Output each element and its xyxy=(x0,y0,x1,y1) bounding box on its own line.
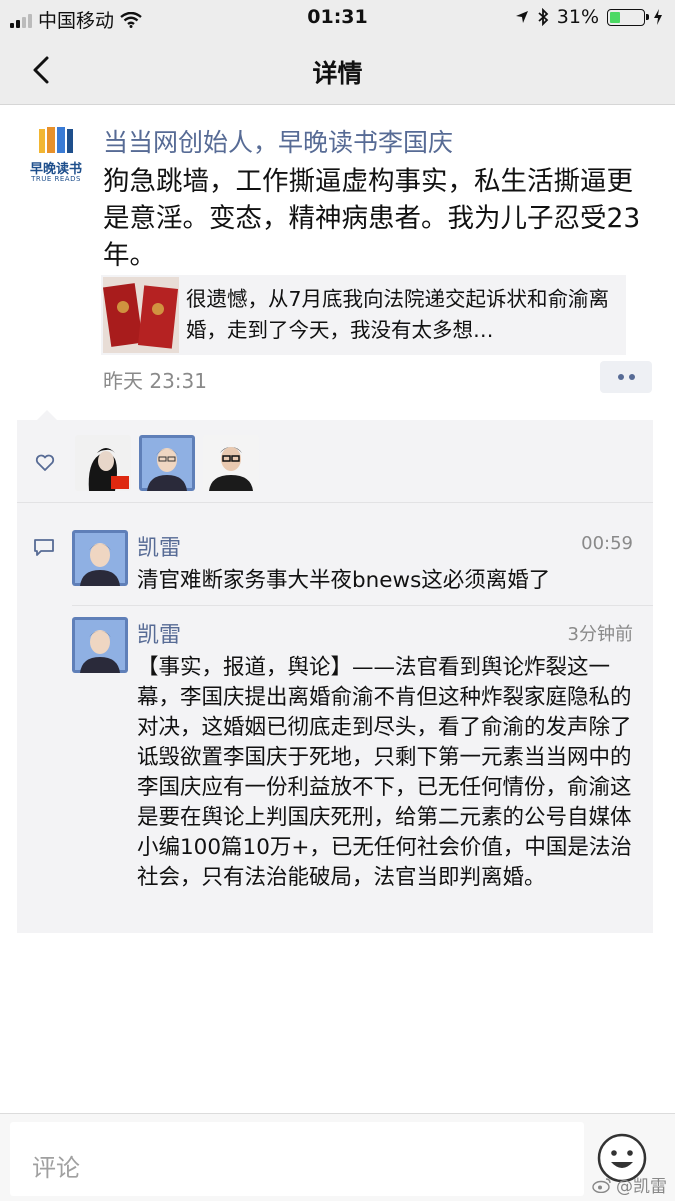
liker-avatar[interactable] xyxy=(139,435,195,491)
comment-text: 清官难断家务事大半夜bnews这必须离婚了 xyxy=(137,568,551,593)
logo-sub-text: TRUE READS xyxy=(31,175,81,183)
location-arrow-icon xyxy=(515,11,528,23)
watermark-text: @凯雷 xyxy=(616,1177,667,1197)
certificate-image xyxy=(103,277,179,353)
likes-row xyxy=(17,420,653,503)
page-title: 详情 xyxy=(312,59,363,88)
status-right: 31% xyxy=(515,6,663,28)
shared-link-card[interactable]: 很遗憾，从7月底我向法院递交起诉状和俞渝离婚，走到了今天，我没有太多想… xyxy=(101,275,626,355)
post-text: 狗急跳墙，工作撕逼虚构事实，私生活撕逼更是意淫。变态，精神病患者。我为儿子忍受2… xyxy=(103,166,641,271)
comment-bar: 评论 @凯雷 xyxy=(0,1113,675,1201)
interactions-panel: 凯雷 00:59 清官难断家务事大半夜bnews这必须离婚了 凯雷 3分钟前 【… xyxy=(17,410,653,933)
comment-placeholder: 评论 xyxy=(32,1154,80,1182)
link-card-text: 很遗憾，从7月底我向法院递交起诉状和俞渝离婚，走到了今天，我没有太多想… xyxy=(186,287,610,342)
author-name[interactable]: 当当网创始人，早晚读书李国庆 xyxy=(103,123,453,159)
china-flag-icon xyxy=(111,476,129,489)
comment-item[interactable]: 凯雷 3分钟前 【事实，报道，舆论】——法官看到舆论炸裂这一幕，李国庆提出离婚俞… xyxy=(72,617,637,917)
dot-icon xyxy=(617,374,624,380)
link-thumbnail xyxy=(103,277,179,353)
dot-icon xyxy=(628,374,635,380)
book-logo-icon xyxy=(39,127,73,153)
liker-avatar[interactable] xyxy=(203,435,259,491)
comment-text: 【事实，报道，舆论】——法官看到舆论炸裂这一幕，李国庆提出离婚俞渝不肯但这种炸裂… xyxy=(137,655,632,890)
commenter-avatar[interactable] xyxy=(72,617,128,673)
more-actions-button[interactable] xyxy=(600,361,652,393)
comment-input[interactable]: 评论 xyxy=(10,1122,584,1196)
comment-time: 3分钟前 xyxy=(567,624,633,645)
comment-time: 00:59 xyxy=(581,533,633,554)
commenter-avatar[interactable] xyxy=(72,530,128,586)
author-avatar[interactable]: 早晚读书 TRUE READS xyxy=(24,125,88,189)
charging-bolt-icon xyxy=(654,9,662,25)
comment-item[interactable]: 凯雷 00:59 清官难断家务事大半夜bnews这必须离婚了 xyxy=(72,530,637,593)
weibo-logo-icon xyxy=(592,1177,611,1193)
panel-pointer xyxy=(37,410,57,420)
commenter-name[interactable]: 凯雷 xyxy=(137,530,181,562)
commenter-name[interactable]: 凯雷 xyxy=(137,617,181,649)
weibo-watermark: @凯雷 xyxy=(592,1172,667,1197)
comment-icon xyxy=(34,539,54,556)
status-bar: 中国移动 01:31 31% xyxy=(0,0,675,36)
battery-fill xyxy=(610,11,620,23)
battery-icon xyxy=(607,8,649,26)
comment-divider xyxy=(72,605,653,606)
battery-percent: 31% xyxy=(556,6,599,28)
nav-bar: 详情 xyxy=(0,36,675,105)
heart-icon xyxy=(35,454,55,471)
post-timestamp: 昨天 23:31 xyxy=(103,369,207,393)
bluetooth-icon xyxy=(538,8,549,26)
